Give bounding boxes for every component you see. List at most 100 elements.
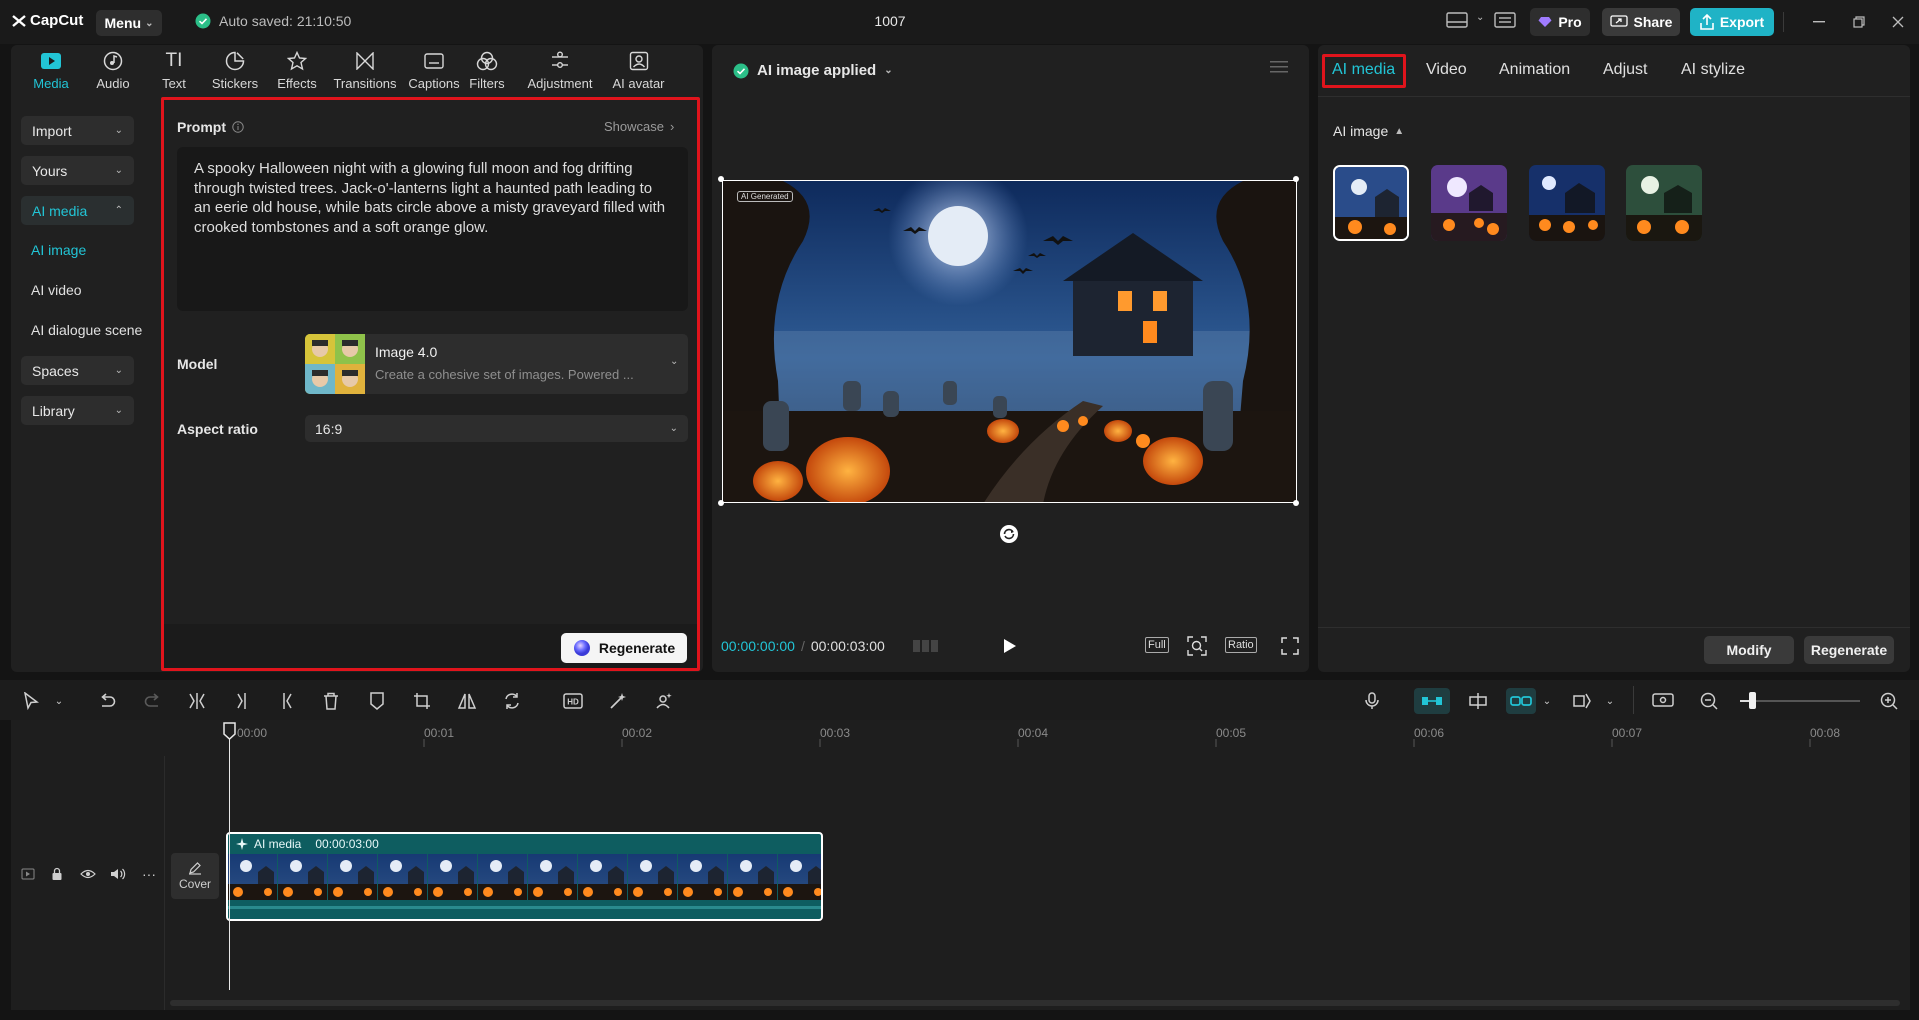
export-button[interactable]: Export xyxy=(1690,8,1774,36)
tab-ai-stylize[interactable]: AI stylize xyxy=(1681,61,1745,79)
chevron-down-icon[interactable]: ⌄ xyxy=(46,688,72,714)
ratio-button[interactable]: Ratio xyxy=(1225,637,1257,653)
resize-handle[interactable] xyxy=(1293,500,1299,506)
ai-image-thumb[interactable] xyxy=(1333,165,1409,241)
sidebar-item-ai-dialogue-scene[interactable]: AI dialogue scene xyxy=(31,322,142,338)
timeline-horizontal-scrollbar[interactable] xyxy=(170,1000,1900,1006)
ai-person-icon[interactable] xyxy=(651,688,677,714)
sparkle-icon xyxy=(236,838,248,850)
more-icon[interactable]: ··· xyxy=(142,866,156,882)
ai-media-clip[interactable]: AI media 00:00:03:00 xyxy=(226,832,823,921)
regenerate-button[interactable]: Regenerate xyxy=(561,633,687,663)
sidebar-item-ai-image[interactable]: AI image xyxy=(31,242,86,258)
tab-text[interactable]: TI Text xyxy=(142,50,206,91)
project-title[interactable]: 1007 xyxy=(860,13,920,29)
tab-animation[interactable]: Animation xyxy=(1499,61,1570,79)
auto-snap-icon[interactable] xyxy=(1465,688,1491,714)
hd-icon[interactable]: HD xyxy=(560,688,586,714)
hamburger-icon[interactable] xyxy=(1270,60,1288,74)
zoom-in-icon[interactable] xyxy=(1876,688,1902,714)
preview-axis-icon[interactable] xyxy=(1570,688,1596,714)
sidebar-item-ai-video[interactable]: AI video xyxy=(31,282,82,298)
ai-image-section-header[interactable]: AI image ▲ xyxy=(1333,123,1404,139)
share-button[interactable]: Share xyxy=(1602,8,1680,36)
eye-icon[interactable] xyxy=(80,869,96,879)
prompt-textarea[interactable]: A spooky Halloween night with a glowing … xyxy=(177,147,688,311)
layout-icon[interactable] xyxy=(1446,12,1468,28)
chevron-down-icon[interactable]: ⌄ xyxy=(1534,688,1560,714)
ai-image-thumb[interactable] xyxy=(1431,165,1507,241)
resize-handle[interactable] xyxy=(718,500,724,506)
restore-icon[interactable] xyxy=(1849,12,1869,32)
tab-effects[interactable]: Effects xyxy=(265,50,329,91)
model-select[interactable]: Image 4.0 Create a cohesive set of image… xyxy=(305,334,688,394)
full-button[interactable]: Full xyxy=(1145,637,1169,653)
regenerate-image-button[interactable]: Regenerate xyxy=(1804,636,1894,664)
screen-capture-icon[interactable] xyxy=(1650,688,1676,714)
audio-volume-icon[interactable] xyxy=(110,868,126,880)
timeline-view-icon[interactable] xyxy=(912,637,940,655)
chevron-down-icon[interactable]: ⌄ xyxy=(1597,688,1623,714)
tab-adjust[interactable]: Adjust xyxy=(1603,61,1647,79)
split-right-icon[interactable] xyxy=(274,688,300,714)
fullscreen-icon[interactable] xyxy=(1281,637,1299,655)
magic-wand-icon[interactable] xyxy=(605,688,631,714)
zoom-slider-track[interactable] xyxy=(1740,692,1860,709)
ruler-label: 00:00 xyxy=(237,726,268,740)
link-icon[interactable] xyxy=(1506,688,1536,714)
tab-transitions[interactable]: Transitions xyxy=(333,50,397,91)
marker-icon[interactable] xyxy=(364,688,390,714)
redo-icon[interactable] xyxy=(140,688,166,714)
close-icon[interactable] xyxy=(1888,12,1908,32)
track-video-icon[interactable] xyxy=(21,868,35,880)
main-track-magnet-icon[interactable] xyxy=(1414,688,1450,714)
playhead-handle[interactable] xyxy=(223,722,236,740)
split-left-icon[interactable] xyxy=(229,688,255,714)
tab-video[interactable]: Video xyxy=(1426,61,1467,79)
rotate-icon[interactable] xyxy=(999,524,1019,544)
resize-handle[interactable] xyxy=(1293,176,1299,182)
ai-status-dropdown[interactable]: AI image applied ⌄ xyxy=(733,62,893,79)
modify-button[interactable]: Modify xyxy=(1704,636,1794,664)
sidebar-item-yours[interactable]: Yours ⌄ xyxy=(21,156,134,185)
layout-dropdown-icon[interactable]: ⌄ xyxy=(1476,12,1484,23)
playhead-line[interactable] xyxy=(229,738,230,990)
tab-ai-avatar[interactable]: AI avatar xyxy=(601,50,676,91)
zoom-slider-handle[interactable] xyxy=(1749,692,1756,709)
menu-button[interactable]: Menu ⌄ xyxy=(96,10,162,36)
ai-image-thumb[interactable] xyxy=(1529,165,1605,241)
replace-icon[interactable] xyxy=(499,688,525,714)
sidebar-item-spaces[interactable]: Spaces ⌄ xyxy=(21,356,134,385)
sidebar-item-ai-media[interactable]: AI media ⌃ xyxy=(21,196,134,225)
tab-ai-media[interactable]: AI media xyxy=(1332,61,1395,79)
tab-stickers[interactable]: Stickers xyxy=(203,50,267,91)
cover-button[interactable]: Cover xyxy=(171,853,219,899)
pro-button[interactable]: Pro xyxy=(1530,8,1590,36)
tab-audio[interactable]: Audio xyxy=(81,50,145,91)
resize-handle[interactable] xyxy=(718,176,724,182)
shortcuts-icon[interactable] xyxy=(1494,12,1516,28)
lock-icon[interactable] xyxy=(51,867,63,881)
ruler-label: 00:08 xyxy=(1810,726,1841,740)
play-button[interactable] xyxy=(1003,638,1017,654)
split-icon[interactable] xyxy=(184,688,210,714)
ai-image-thumb[interactable] xyxy=(1626,165,1702,241)
microphone-icon[interactable] xyxy=(1359,688,1385,714)
zoom-out-icon[interactable] xyxy=(1696,688,1722,714)
delete-icon[interactable] xyxy=(318,688,344,714)
sidebar-item-library[interactable]: Library ⌄ xyxy=(21,396,134,425)
select-tool-icon[interactable] xyxy=(18,688,44,714)
minimize-icon[interactable] xyxy=(1809,12,1829,32)
crop-icon[interactable] xyxy=(409,688,435,714)
tab-adjustment[interactable]: Adjustment xyxy=(520,50,600,91)
aspect-ratio-select[interactable]: 16:9 ⌄ xyxy=(305,415,688,442)
tab-media[interactable]: Media xyxy=(19,50,83,91)
undo-icon[interactable] xyxy=(94,688,120,714)
preview-canvas[interactable]: AI Generated xyxy=(722,180,1297,503)
showcase-link[interactable]: Showcase › xyxy=(604,119,674,134)
zoom-fit-icon[interactable] xyxy=(1187,636,1207,656)
mirror-icon[interactable] xyxy=(454,688,480,714)
svg-text:HD: HD xyxy=(567,698,579,707)
import-button[interactable]: Import ⌄ xyxy=(21,116,134,145)
tab-filters[interactable]: Filters xyxy=(455,50,519,91)
